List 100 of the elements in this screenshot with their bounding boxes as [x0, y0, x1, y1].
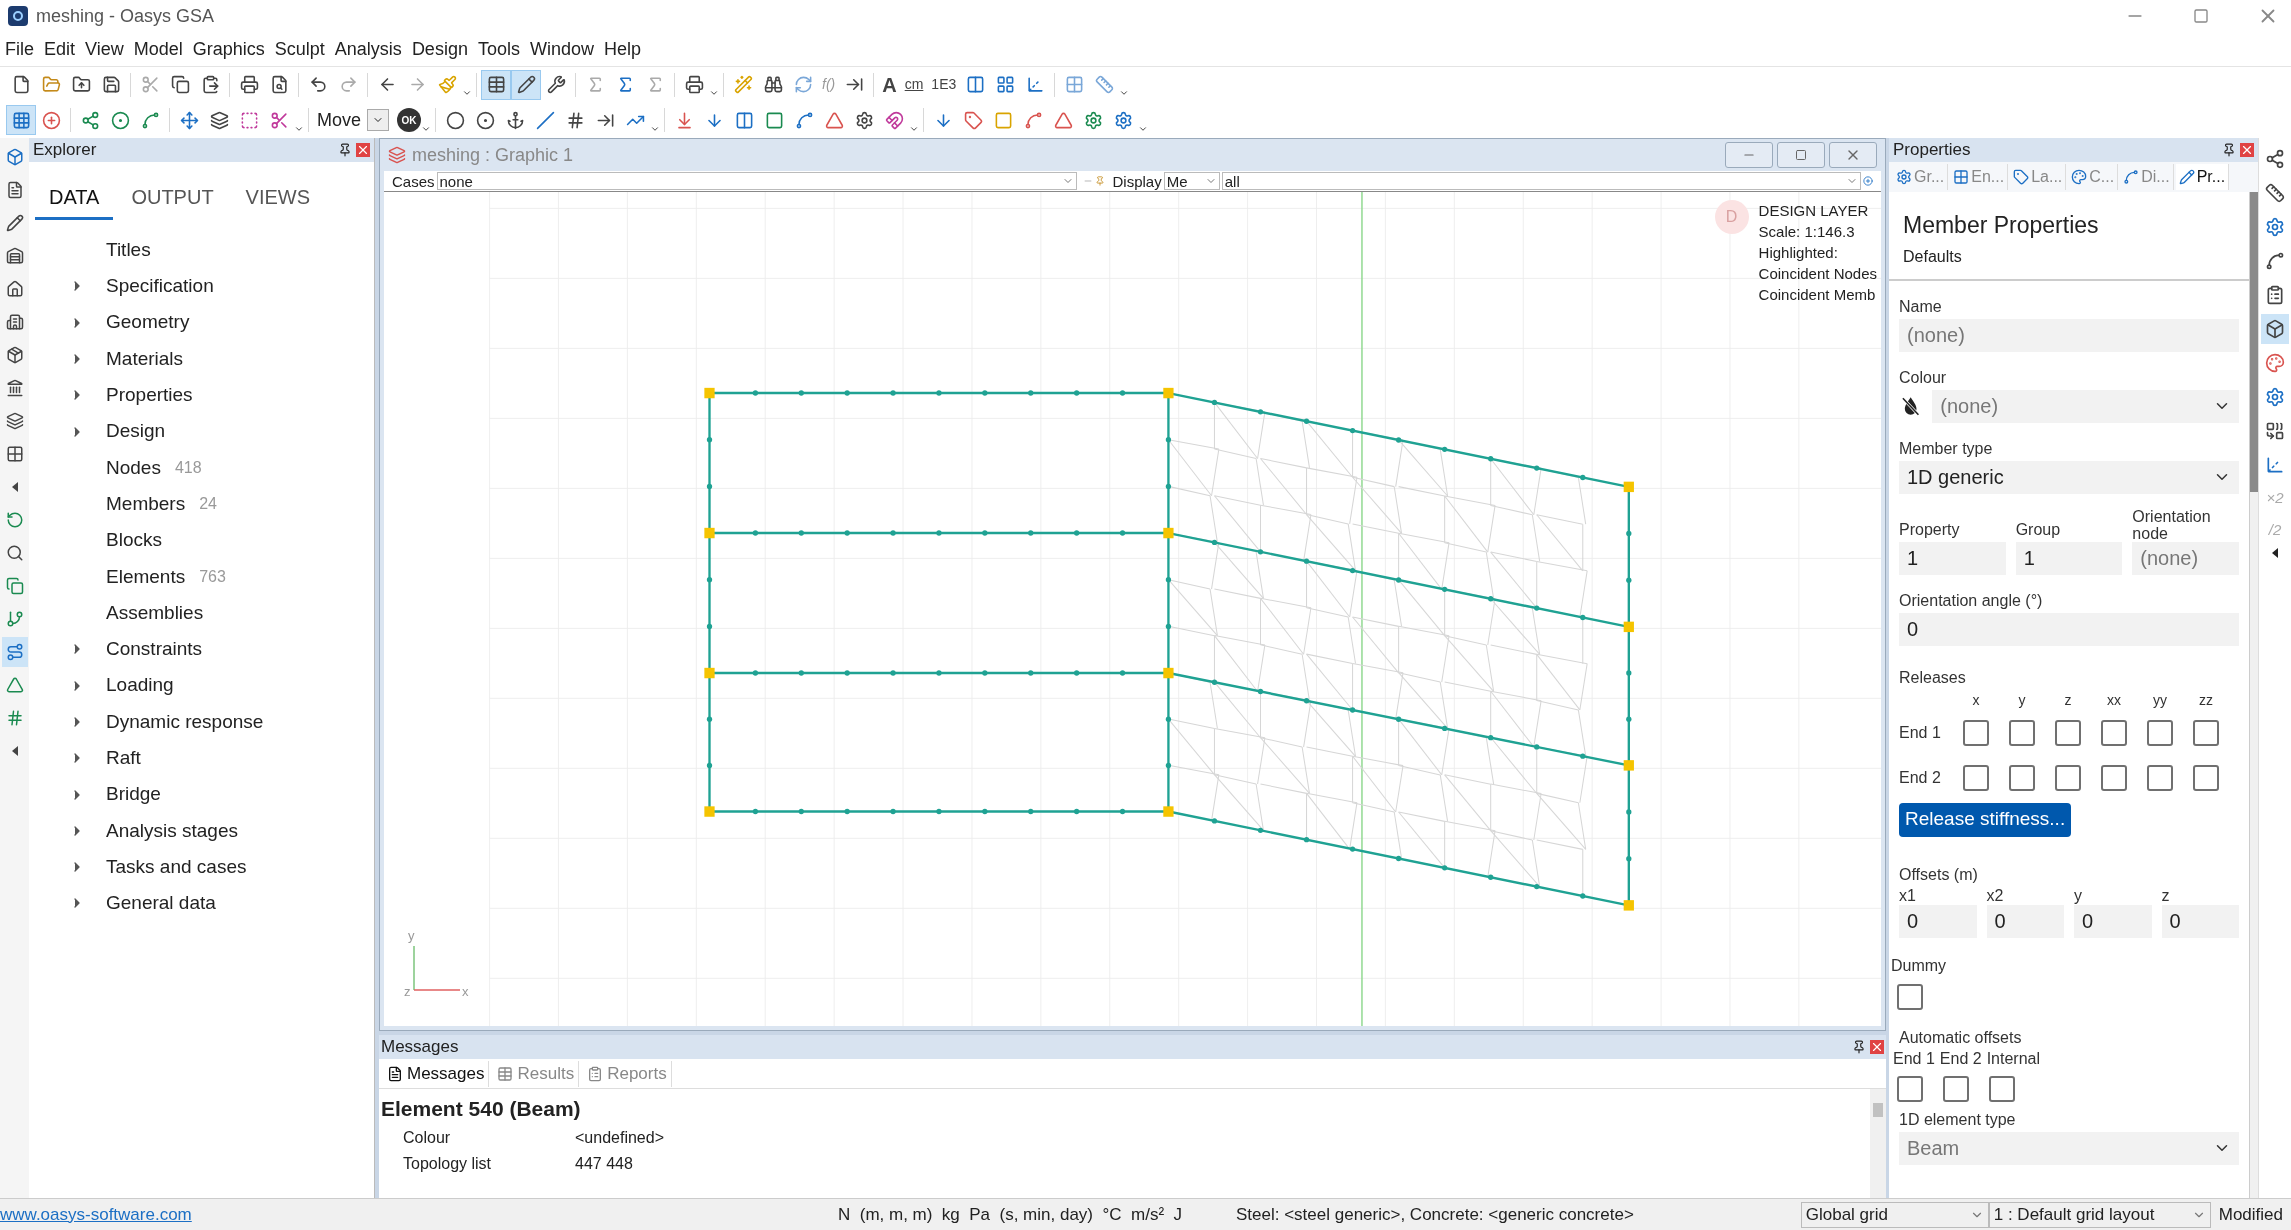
- tree-item-label: General data: [106, 891, 216, 916]
- tree-item[interactable]: Bridge: [29, 776, 374, 813]
- panel-title: Properties: [1893, 139, 1972, 162]
- tree-item[interactable]: Constraints: [29, 631, 374, 668]
- tab[interactable]: Reports: [583, 1060, 672, 1087]
- row-label: End 2: [1899, 768, 1942, 788]
- section-label: Releases: [1899, 667, 1967, 688]
- input-field[interactable]: 0: [2161, 904, 2239, 938]
- menu-item[interactable]: Sculpt: [269, 35, 330, 63]
- field-label: z: [2161, 886, 2171, 905]
- section-label: Automatic offsets: [1899, 1027, 2023, 1048]
- tree-item-label: Members: [106, 491, 186, 516]
- menu-item[interactable]: Design: [406, 35, 473, 63]
- tree-item[interactable]: Design: [29, 413, 374, 450]
- tree-item[interactable]: Assemblies: [29, 594, 374, 632]
- layer-info-text: Highlighted:: [1758, 243, 1839, 263]
- field-label: Orientation angle (°): [1899, 590, 2044, 611]
- column-label: xx: [2106, 690, 2122, 710]
- tree-item-label: Elements: [106, 564, 186, 589]
- ok-button[interactable]: OK: [397, 108, 421, 132]
- display-dropdown[interactable]: Me: [1163, 172, 1220, 190]
- field-label: End 1: [1893, 1049, 1935, 1068]
- grid-dropdown[interactable]: Global grid: [1800, 1201, 1989, 1228]
- field-label: Internal: [1986, 1049, 2040, 1068]
- input-field[interactable]: (none): [2132, 541, 2239, 575]
- input-field[interactable]: 0: [1899, 904, 1977, 938]
- menu-item[interactable]: Help: [598, 35, 646, 63]
- cases-dropdown[interactable]: none: [436, 172, 1077, 190]
- tree-item[interactable]: Nodes 418: [29, 449, 374, 487]
- tree-item-label: Bridge: [106, 782, 161, 807]
- menu-item[interactable]: Analysis: [329, 35, 407, 63]
- release-stiffness-button[interactable]: Release stiffness...: [1899, 802, 2072, 837]
- layer-info-text: Coincident Memb: [1758, 285, 1877, 305]
- tab[interactable]: VIEWS: [231, 176, 325, 220]
- tree-item[interactable]: Loading: [29, 667, 374, 704]
- tree-item[interactable]: Tasks and cases: [29, 849, 374, 886]
- tree-item[interactable]: General data: [29, 885, 374, 922]
- input-field[interactable]: 0: [1986, 904, 2064, 938]
- input-field[interactable]: 1: [1899, 541, 2006, 575]
- tree-item-label: Tasks and cases: [106, 854, 247, 879]
- tree-item-label: Nodes: [106, 455, 161, 480]
- dropdown[interactable]: 1D generic: [1899, 460, 2239, 494]
- field-label: y: [2074, 886, 2083, 905]
- input-field[interactable]: 0: [1899, 612, 2239, 646]
- menu-item[interactable]: Graphics: [187, 35, 270, 63]
- column-label: zz: [2198, 690, 2214, 710]
- tab[interactable]: Results: [493, 1060, 580, 1087]
- tree-item[interactable]: Analysis stages: [29, 812, 374, 850]
- tab[interactable]: Pr...: [2175, 164, 2230, 190]
- tree-item[interactable]: Materials: [29, 340, 374, 378]
- field-label: Dummy: [1891, 955, 1948, 976]
- field-label: Member type: [1899, 438, 1994, 459]
- panel-title: Messages: [381, 1036, 460, 1059]
- tree-item[interactable]: Elements 763: [29, 558, 374, 595]
- tree-item-label: Loading: [106, 673, 174, 698]
- layer-badge: D: [1714, 200, 1749, 234]
- menu-item[interactable]: Tools: [472, 35, 525, 63]
- mode-dropdown[interactable]: Move: [313, 107, 389, 133]
- toolbar-button[interactable]: cm: [900, 69, 928, 100]
- tab[interactable]: DATA: [35, 176, 114, 220]
- tree-item-label: Specification: [106, 274, 214, 299]
- tab[interactable]: OUTPUT: [117, 176, 228, 220]
- menu-item[interactable]: View: [80, 35, 129, 63]
- dropdown[interactable]: (none): [1932, 389, 2239, 423]
- filter-dropdown[interactable]: all: [1221, 172, 1861, 190]
- tree-item-label: Raft: [106, 746, 141, 771]
- layout-dropdown[interactable]: 1 : Default grid layout: [1988, 1201, 2211, 1228]
- tree-item[interactable]: Blocks: [29, 522, 374, 559]
- tree-item[interactable]: Raft: [29, 740, 374, 777]
- tree-item-label: Blocks: [106, 528, 162, 553]
- tree-item[interactable]: Members 24: [29, 486, 374, 523]
- tree-item[interactable]: Properties: [29, 377, 374, 414]
- property-value: <undefined>: [575, 1127, 664, 1148]
- section-label: Offsets (m): [1899, 864, 1979, 885]
- row-label: End 1: [1899, 723, 1942, 743]
- menu-item[interactable]: Model: [128, 35, 188, 63]
- axis-label: x: [462, 983, 469, 1001]
- toolbar-button[interactable]: 1E3: [927, 69, 961, 100]
- toolbar-button[interactable]: A: [878, 69, 901, 100]
- units-text: N (m, m, m) kg Pa (s, min, day) °C m/s² J: [838, 1203, 1182, 1226]
- cases-label: Cases: [392, 173, 435, 189]
- tree-item[interactable]: Geometry: [29, 304, 374, 341]
- input-field[interactable]: (none): [1899, 318, 2239, 352]
- menu-item[interactable]: Window: [524, 35, 599, 63]
- tree-item[interactable]: Titles: [29, 232, 374, 269]
- tree-item-label: Dynamic response: [106, 709, 264, 734]
- menu-item[interactable]: File: [0, 35, 39, 63]
- axis-label: z: [404, 983, 411, 1001]
- panel-title: Explorer: [33, 139, 98, 162]
- tree-item[interactable]: Specification: [29, 268, 374, 305]
- tree-item-label: Materials: [106, 346, 184, 371]
- modified-status: Modified: [2217, 1203, 2284, 1226]
- website-link[interactable]: www.oasys-software.com: [0, 1201, 190, 1228]
- item-count: 763: [199, 566, 226, 587]
- dropdown[interactable]: Beam: [1899, 1131, 2239, 1165]
- menu-item[interactable]: Edit: [39, 35, 81, 63]
- tree-item-label: Analysis stages: [106, 818, 238, 843]
- input-field[interactable]: 1: [2015, 541, 2123, 575]
- input-field[interactable]: 0: [2074, 904, 2152, 938]
- tree-item[interactable]: Dynamic response: [29, 703, 374, 741]
